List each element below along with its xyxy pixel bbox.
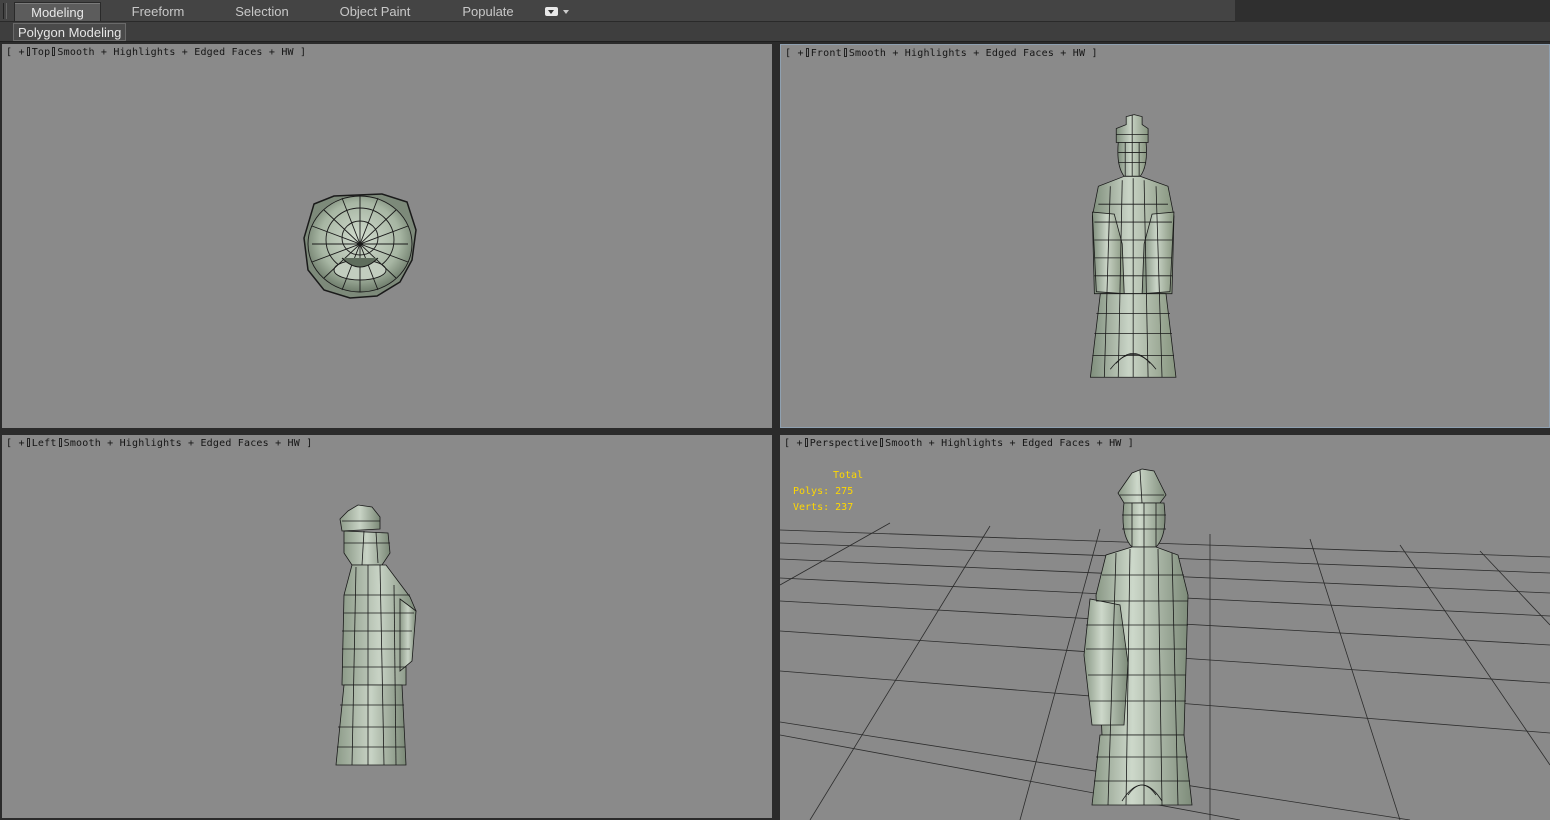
stats-verts-row: Verts: 237 [793, 500, 863, 516]
viewport-label-separator-icon [843, 48, 847, 57]
tab-freeform[interactable]: Freeform [118, 2, 198, 21]
viewport-perspective[interactable]: [ + Perspective Smooth + Highlights + Edge… [780, 435, 1550, 820]
left-view-canvas [335, 504, 417, 766]
viewport-top[interactable]: [ + Top Smooth + Highlights + Edged Faces … [2, 44, 772, 428]
ribbon-grip[interactable] [3, 3, 7, 19]
tab-modeling[interactable]: Modeling [14, 2, 101, 21]
viewport-label-separator-icon [26, 47, 30, 56]
stats-verts-label: Verts: [793, 502, 830, 513]
viewport-label-separator-icon [880, 438, 884, 447]
stats-total-header: Total [833, 470, 864, 481]
statue-model-left[interactable] [335, 504, 417, 766]
statue-model-top[interactable] [303, 193, 417, 299]
viewport-menu-bracket-close: ] [300, 47, 307, 58]
viewport-menu-bracket-close: ] [306, 438, 313, 449]
statue-model-front[interactable] [1089, 114, 1177, 378]
viewport-menu-bracket-open: [ [784, 438, 791, 449]
viewport-menu-bracket-open: [ [6, 47, 13, 58]
viewport-general-menu[interactable]: + [796, 438, 802, 449]
viewport-menu-bracket-close: ] [1127, 438, 1134, 449]
viewport-general-menu[interactable]: + [18, 438, 24, 449]
polygon-modeling-panel-button[interactable]: Polygon Modeling [13, 23, 127, 41]
viewport-menu-bracket-close: ] [1091, 48, 1098, 59]
viewport-label-separator-icon [805, 48, 809, 57]
viewport-shading-menu[interactable]: Smooth + Highlights + Edged Faces + HW [57, 47, 293, 58]
viewport-label-left: [ + Left Smooth + Highlights + Edged Faces… [6, 438, 312, 449]
statue-model-perspective[interactable] [1083, 468, 1193, 806]
viewport-shading-menu[interactable]: Smooth + Highlights + Edged Faces + HW [849, 48, 1085, 59]
ribbon-tab-bar: Modeling Freeform Selection Object Paint… [0, 0, 1550, 22]
viewport-label-front: [ + Front Smooth + Highlights + Edged Face… [785, 48, 1098, 59]
viewport-point-of-view-menu[interactable]: Front [811, 48, 842, 59]
viewport-left[interactable]: [ + Left Smooth + Highlights + Edged Faces… [2, 435, 772, 818]
stats-polys-row: Polys: 275 [793, 484, 863, 500]
viewport-general-menu[interactable]: + [18, 47, 24, 58]
ribbon-tab-spacer [1235, 0, 1550, 22]
viewport-label-separator-icon [26, 438, 30, 447]
viewport-shading-menu[interactable]: Smooth + Highlights + Edged Faces + HW [64, 438, 300, 449]
stats-polys-value: 275 [835, 486, 854, 497]
viewport-label-perspective: [ + Perspective Smooth + Highlights + Edge… [784, 438, 1134, 449]
ribbon-options-button[interactable] [543, 6, 571, 18]
dropdown-box-icon [545, 7, 558, 16]
front-view-canvas [1089, 114, 1177, 378]
viewport-point-of-view-menu[interactable]: Left [32, 438, 57, 449]
viewport-point-of-view-menu[interactable]: Perspective [810, 438, 878, 449]
viewport-label-top: [ + Top Smooth + Highlights + Edged Faces … [6, 47, 306, 58]
chevron-down-icon [563, 10, 569, 14]
ribbon-panel: Polygon Modeling [0, 22, 1550, 42]
viewport-label-separator-icon [58, 438, 62, 447]
tab-selection[interactable]: Selection [222, 2, 302, 21]
viewport-menu-bracket-open: [ [6, 438, 13, 449]
viewport-label-separator-icon [804, 438, 808, 447]
viewport-shading-menu[interactable]: Smooth + Highlights + Edged Faces + HW [885, 438, 1121, 449]
viewport-layout: [ + Top Smooth + Highlights + Edged Faces … [0, 42, 1550, 820]
perspective-view-canvas [780, 468, 1550, 820]
stats-verts-value: 237 [835, 502, 854, 513]
viewport-point-of-view-menu[interactable]: Top [32, 47, 51, 58]
viewport-general-menu[interactable]: + [797, 48, 803, 59]
stats-polys-label: Polys: [793, 486, 830, 497]
tab-populate[interactable]: Populate [448, 2, 528, 21]
top-view-canvas [303, 193, 417, 299]
viewport-front[interactable]: [ + Front Smooth + Highlights + Edged Face… [780, 44, 1550, 428]
viewport-label-separator-icon [52, 47, 56, 56]
tab-object-paint[interactable]: Object Paint [330, 2, 420, 21]
statistics-overlay: Total Polys: 275 Verts: 237 [793, 468, 863, 516]
viewport-menu-bracket-open: [ [785, 48, 792, 59]
